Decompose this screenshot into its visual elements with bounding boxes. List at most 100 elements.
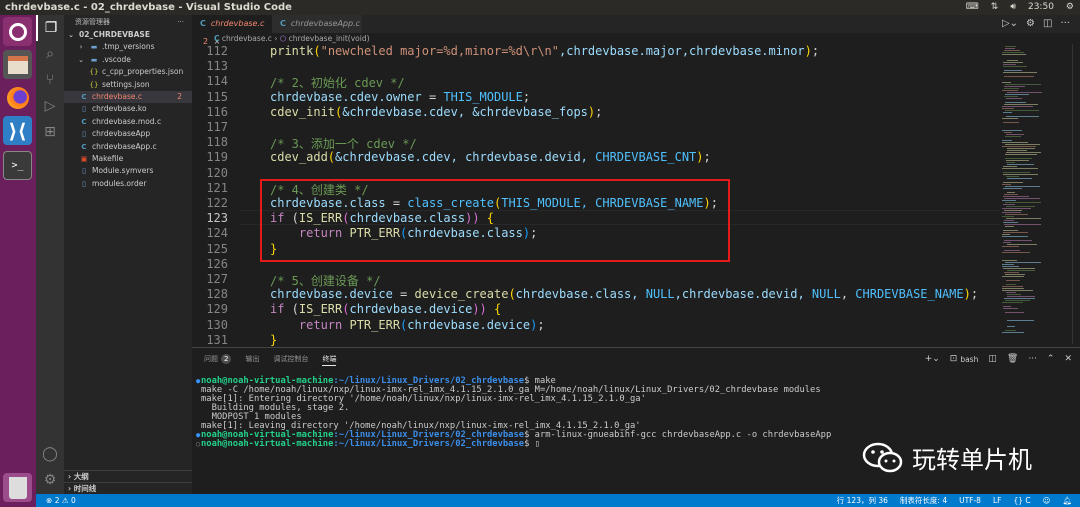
minimap-line [1002, 168, 1038, 169]
minimap-line [1003, 232, 1028, 233]
terminal-icon[interactable]: >_ [3, 151, 32, 180]
tree-item[interactable]: {} settings.json [64, 79, 192, 91]
search-icon[interactable]: ⌕ [36, 41, 64, 67]
tree-item[interactable]: ⌄ ▬ .vscode [64, 54, 192, 66]
tab-terminal[interactable]: 终端 [322, 352, 337, 366]
network-icon[interactable]: ⇅ [991, 0, 999, 15]
volume-icon[interactable]: 🔊︎ [1010, 0, 1016, 15]
more-actions-icon[interactable]: ··· [177, 15, 184, 29]
language-mode[interactable]: {} C [1013, 494, 1030, 507]
notifications-bell-icon[interactable]: 🔔︎ [1062, 494, 1072, 507]
tree-item[interactable]: › ▬ .tmp_versions [64, 41, 192, 53]
tree-item[interactable]: {} c_cpp_properties.json [64, 66, 192, 78]
split-editor-icon[interactable]: ◫ [1043, 15, 1052, 33]
minimap-line [1002, 200, 1016, 201]
eol[interactable]: LF [993, 494, 1002, 507]
extensions-icon[interactable]: ⊞ [36, 119, 64, 145]
code-token: ; [703, 150, 711, 165]
minimap-line [1002, 252, 1030, 253]
breadcrumb-symbol[interactable]: chrdevbase_init(void) [289, 34, 370, 43]
power-gear-icon[interactable]: ⚙ [1066, 0, 1074, 15]
line-number: 121 [206, 180, 228, 195]
minimap-line [1004, 76, 1034, 77]
trash-icon[interactable] [3, 473, 32, 502]
minimap-line [1003, 188, 1022, 189]
tree-item-label: Makefile [92, 153, 124, 163]
tree-item[interactable]: Cchrdevbase.c 2 [64, 90, 192, 104]
problem-badge: 2 [177, 91, 182, 101]
minimap-line [1003, 222, 1018, 223]
code-token: "newcheled major=%d,minor=%d\r\n" [320, 44, 560, 58]
outline-section[interactable]: › 大纲 [64, 470, 192, 482]
breadcrumb-file[interactable]: chrdevbase.c [222, 34, 272, 43]
code-line: chrdevbase.cdev.owner = THIS_MODULE; [270, 90, 530, 104]
close-panel-icon[interactable]: ✕ [1064, 354, 1072, 364]
clock[interactable]: 23:50 [1028, 0, 1054, 15]
editor-scrollbar[interactable] [1072, 44, 1080, 344]
source-control-icon[interactable]: ⑂ [36, 67, 64, 93]
explorer-icon[interactable]: ❐ [36, 15, 64, 41]
new-terminal-icon[interactable]: +⌄ [925, 354, 940, 364]
code-token: PTR_ERR [342, 317, 401, 332]
minimap-line [1002, 286, 1023, 287]
minimap-line [1004, 250, 1020, 251]
gear-icon[interactable]: ⚙ [1026, 15, 1035, 33]
tab-chrdevbaseapp-c[interactable]: CchrdevbaseApp.c [272, 15, 362, 33]
code-token: = [421, 89, 444, 104]
terminal-line: ○noah@noah-virtual-machine:~/linux/Linux… [196, 440, 831, 449]
minimap[interactable] [1000, 44, 1072, 344]
tab-problems[interactable]: 问题 2 [204, 352, 232, 366]
more-actions-icon[interactable]: ··· [1060, 15, 1070, 33]
tab-size[interactable]: 制表符长度: 4 [900, 494, 947, 507]
wechat-watermark: 玩转单片机 [862, 440, 1032, 475]
tab-chrdevbase-c[interactable]: Cchrdevbase.c 2 × [192, 15, 272, 46]
terminal-output[interactable]: ●noah@noah-virtual-machine:~/linux/Linux… [196, 377, 831, 449]
minimap-line [1003, 268, 1035, 269]
file-file-icon: ▯ [82, 179, 86, 188]
tree-item[interactable]: ▯ chrdevbase.ko [64, 103, 192, 115]
code-token: = [392, 287, 415, 302]
ubuntu-icon[interactable] [3, 17, 32, 46]
tree-item-label: modules.order [92, 178, 147, 188]
c-file-icon: C [81, 92, 87, 101]
tree-item[interactable]: ▯ chrdevbaseApp [64, 128, 192, 140]
trash-icon[interactable]: 🗑︎ [1007, 354, 1018, 364]
account-icon[interactable]: ◯ [36, 441, 64, 467]
tree-item[interactable]: ▯ modules.order [64, 178, 192, 190]
feedback-icon[interactable]: ☺ [1043, 494, 1051, 507]
problems-status[interactable]: ⊗ 2 ⚠ 0 [46, 494, 76, 507]
settings-gear-icon[interactable]: ⚙ [36, 467, 64, 493]
timeline-section[interactable]: › 时间线 [64, 482, 192, 494]
minimap-line [1003, 62, 1023, 63]
maximize-panel-icon[interactable]: ⌃ [1047, 354, 1055, 364]
root-label: 02_CHRDEVBASE [79, 30, 150, 39]
tree-item[interactable]: ▣ Makefile [64, 153, 192, 165]
keyboard-icon[interactable]: ⌨ [966, 0, 979, 15]
tree-item[interactable]: CchrdevbaseApp.c [64, 141, 192, 153]
minimap-line [1003, 174, 1038, 175]
tab-debug-console[interactable]: 调试控制台 [273, 352, 308, 366]
c-file-icon: C [214, 34, 220, 43]
cursor-position[interactable]: 行 123，列 36 [837, 494, 888, 507]
shell-selector[interactable]: bash [960, 355, 978, 364]
minimap-line [1007, 164, 1034, 165]
minimap-line [1002, 216, 1014, 217]
files-icon[interactable] [3, 50, 32, 79]
watermark-text: 玩转单片机 [912, 446, 1032, 474]
folder-root[interactable]: ⌄ 02_CHRDEVBASE [64, 29, 192, 41]
tab-output[interactable]: 输出 [245, 352, 259, 366]
minimap-line [1007, 244, 1037, 245]
minimap-line [1004, 86, 1025, 87]
firefox-icon[interactable] [3, 83, 32, 112]
minimap-line [1004, 194, 1018, 195]
split-terminal-icon[interactable]: ◫ [988, 354, 997, 364]
vscode-icon[interactable]: ⟩⟨ [3, 116, 32, 145]
tree-item-label: chrdevbase.mod.c [92, 116, 162, 126]
encoding[interactable]: UTF-8 [959, 494, 981, 507]
tree-item[interactable]: Cchrdevbase.mod.c [64, 116, 192, 128]
status-bar: ⊗ 2 ⚠ 0 行 123，列 36 制表符长度: 4 UTF-8 LF {} … [36, 494, 1080, 507]
tree-item[interactable]: ▯ Module.symvers [64, 165, 192, 177]
run-debug-icon[interactable]: ▷ [36, 93, 64, 119]
more-actions-icon[interactable]: ··· [1028, 354, 1037, 364]
run-debug-icon[interactable]: ▷⌄ [1002, 15, 1018, 33]
